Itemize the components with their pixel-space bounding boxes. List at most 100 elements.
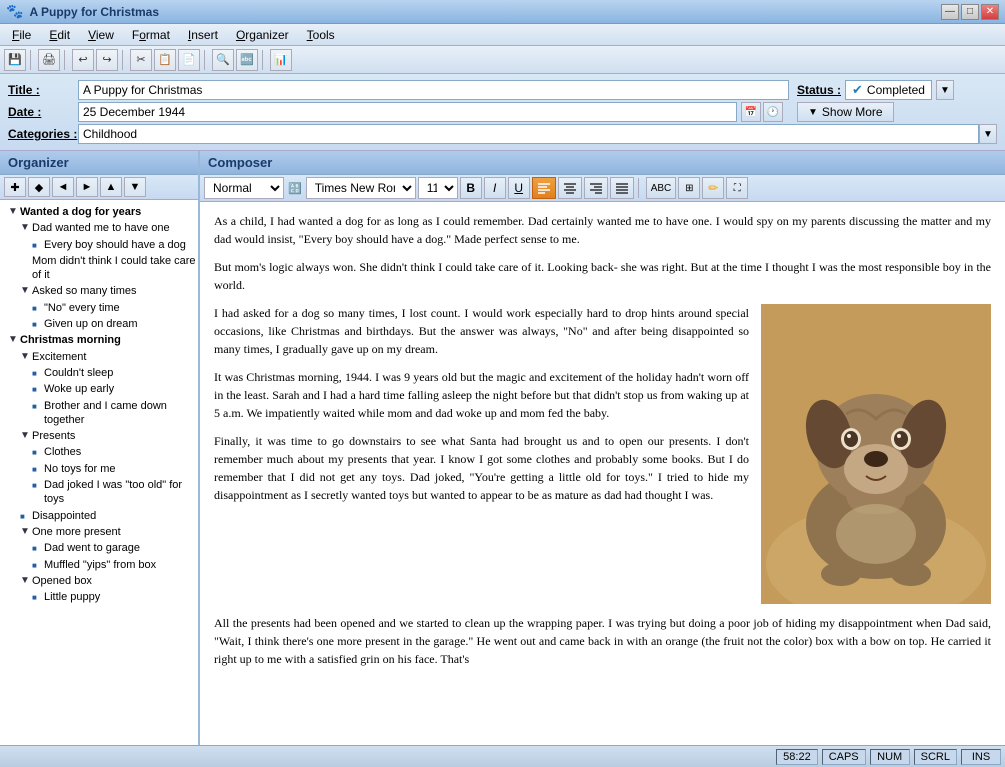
list-item[interactable]: ■ Every boy should have a dog (0, 237, 198, 253)
tree-node-label: Opened box (32, 574, 198, 588)
menu-tools[interactable]: Tools (299, 26, 343, 44)
media-button[interactable]: 📊 (270, 49, 292, 71)
show-more-button[interactable]: ▼ Show More (797, 102, 894, 122)
org-add-button[interactable]: ✚ (4, 177, 26, 197)
menu-file[interactable]: File (4, 26, 39, 44)
list-item[interactable]: ■ Muffled "yips" from box (0, 557, 198, 573)
spellcheck-button[interactable]: ABC (646, 177, 677, 199)
list-item[interactable]: ▶ Mom didn't think I could take care of … (0, 253, 198, 284)
app-icon: 🐾 (6, 3, 23, 20)
font-select[interactable]: Times New Roman Arial (306, 177, 416, 199)
redo-button[interactable]: ↪ (96, 49, 118, 71)
list-item[interactable]: ▼ Christmas morning (0, 332, 198, 348)
search-button[interactable]: 🔍 (212, 49, 234, 71)
org-outdent-button[interactable]: ◄ (52, 177, 74, 197)
composer-content[interactable]: As a child, I had wanted a dog for as lo… (200, 202, 1005, 745)
paragraph-5: Finally, it was time to go downstairs to… (214, 432, 749, 504)
highlight-button[interactable]: ✏ (702, 177, 724, 199)
list-item[interactable]: ▼ Opened box (0, 573, 198, 589)
title-bar-controls: — □ ✕ (941, 4, 999, 20)
align-center-button[interactable] (558, 177, 582, 199)
list-item[interactable]: ▼ Excitement (0, 349, 198, 365)
save-button[interactable]: 💾 (4, 49, 26, 71)
menu-view[interactable]: View (80, 26, 122, 44)
caps-lock-indicator: CAPS (822, 749, 866, 765)
list-item[interactable]: ■ Given up on dream (0, 316, 198, 332)
maximize-button[interactable]: □ (961, 4, 979, 20)
tree-node-label: Dad went to garage (44, 541, 198, 555)
tree-node-label: Disappointed (32, 509, 198, 523)
bullet-icon: ■ (32, 369, 44, 378)
list-item[interactable]: ■ Dad joked I was "too old" for toys (0, 477, 198, 508)
cut-button[interactable]: ✂ (130, 49, 152, 71)
date-cal-button[interactable]: 📅 (741, 102, 761, 122)
align-center-icon (563, 182, 577, 194)
status-bar: 58:22 CAPS NUM SCRL INS (0, 745, 1005, 767)
minimize-button[interactable]: — (941, 4, 959, 20)
expand-icon: ▼ (20, 351, 32, 362)
bold-button[interactable]: B (460, 177, 482, 199)
list-item[interactable]: ■ Clothes (0, 444, 198, 460)
categories-row: Categories : ▼ (8, 124, 997, 144)
align-right-button[interactable] (584, 177, 608, 199)
list-item[interactable]: ▼ Dad wanted me to have one (0, 220, 198, 236)
expand-icon: ▼ (8, 206, 20, 217)
italic-button[interactable]: I (484, 177, 506, 199)
undo-button[interactable]: ↩ (72, 49, 94, 71)
list-item[interactable]: ■ Little puppy (0, 589, 198, 605)
date-buttons: 📅 🕐 (741, 102, 783, 122)
title-input[interactable] (78, 80, 789, 100)
list-item[interactable]: ▼ Asked so many times (0, 283, 198, 299)
spell-button[interactable]: 🔤 (236, 49, 258, 71)
org-indent-button[interactable]: ► (76, 177, 98, 197)
size-select[interactable]: 11 10 12 14 (418, 177, 458, 199)
title-bar-left: 🐾 A Puppy for Christmas (6, 3, 159, 20)
main-content: Organizer ✚ ◆ ◄ ► ▲ ▼ ▼ Wanted a dog for… (0, 151, 1005, 745)
list-item[interactable]: ▼ Presents (0, 428, 198, 444)
list-item[interactable]: ■ Disappointed (0, 508, 198, 524)
tree-node-label: "No" every time (44, 301, 198, 315)
tree-node-label: Asked so many times (32, 284, 198, 298)
paste-button[interactable]: 📄 (178, 49, 200, 71)
categories-dropdown-button[interactable]: ▼ (979, 124, 997, 144)
style-select[interactable]: Normal Heading 1 Heading 2 (204, 177, 284, 199)
menu-format[interactable]: Format (124, 26, 178, 44)
org-down-button[interactable]: ▼ (124, 177, 146, 197)
org-up-button[interactable]: ▲ (100, 177, 122, 197)
list-item[interactable]: ■ Woke up early (0, 381, 198, 397)
menu-insert[interactable]: Insert (180, 26, 226, 44)
menu-bar: File Edit View Format Insert Organizer T… (0, 24, 1005, 46)
composer-header: Composer (200, 151, 1005, 175)
bullet-icon: ■ (32, 448, 44, 457)
bullet-icon: ■ (32, 385, 44, 394)
status-dropdown-button[interactable]: ▼ (936, 80, 954, 100)
tree-node-label: Woke up early (44, 382, 198, 396)
fullscreen-button[interactable]: ⛶ (726, 177, 748, 199)
underline-button[interactable]: U (508, 177, 530, 199)
print-button[interactable]: 🖨 (38, 49, 60, 71)
justify-button[interactable] (610, 177, 634, 199)
organizer-toolbar: ✚ ◆ ◄ ► ▲ ▼ (0, 175, 198, 200)
copy-button[interactable]: 📋 (154, 49, 176, 71)
list-item[interactable]: ■ Brother and I came down together (0, 398, 198, 429)
list-item[interactable]: ▼ Wanted a dog for years (0, 204, 198, 220)
list-item[interactable]: ■ Dad went to garage (0, 540, 198, 556)
font-label-icon: 🔠 (286, 182, 304, 195)
menu-edit[interactable]: Edit (41, 26, 78, 44)
categories-input[interactable] (78, 124, 979, 144)
table-button[interactable]: ⊞ (678, 177, 700, 199)
sep3 (122, 50, 126, 70)
align-left-button[interactable] (532, 177, 556, 199)
date-input[interactable] (78, 102, 737, 122)
close-button[interactable]: ✕ (981, 4, 999, 20)
list-item[interactable]: ▼ One more present (0, 524, 198, 540)
status-value: ✔ Completed (845, 80, 932, 100)
sep1 (30, 50, 34, 70)
org-bullet-button[interactable]: ◆ (28, 177, 50, 197)
list-item[interactable]: ■ No toys for me (0, 461, 198, 477)
tree-node-label: Every boy should have a dog (44, 238, 198, 252)
date-clock-button[interactable]: 🕐 (763, 102, 783, 122)
list-item[interactable]: ■ Couldn't sleep (0, 365, 198, 381)
menu-organizer[interactable]: Organizer (228, 26, 297, 44)
list-item[interactable]: ■ "No" every time (0, 300, 198, 316)
